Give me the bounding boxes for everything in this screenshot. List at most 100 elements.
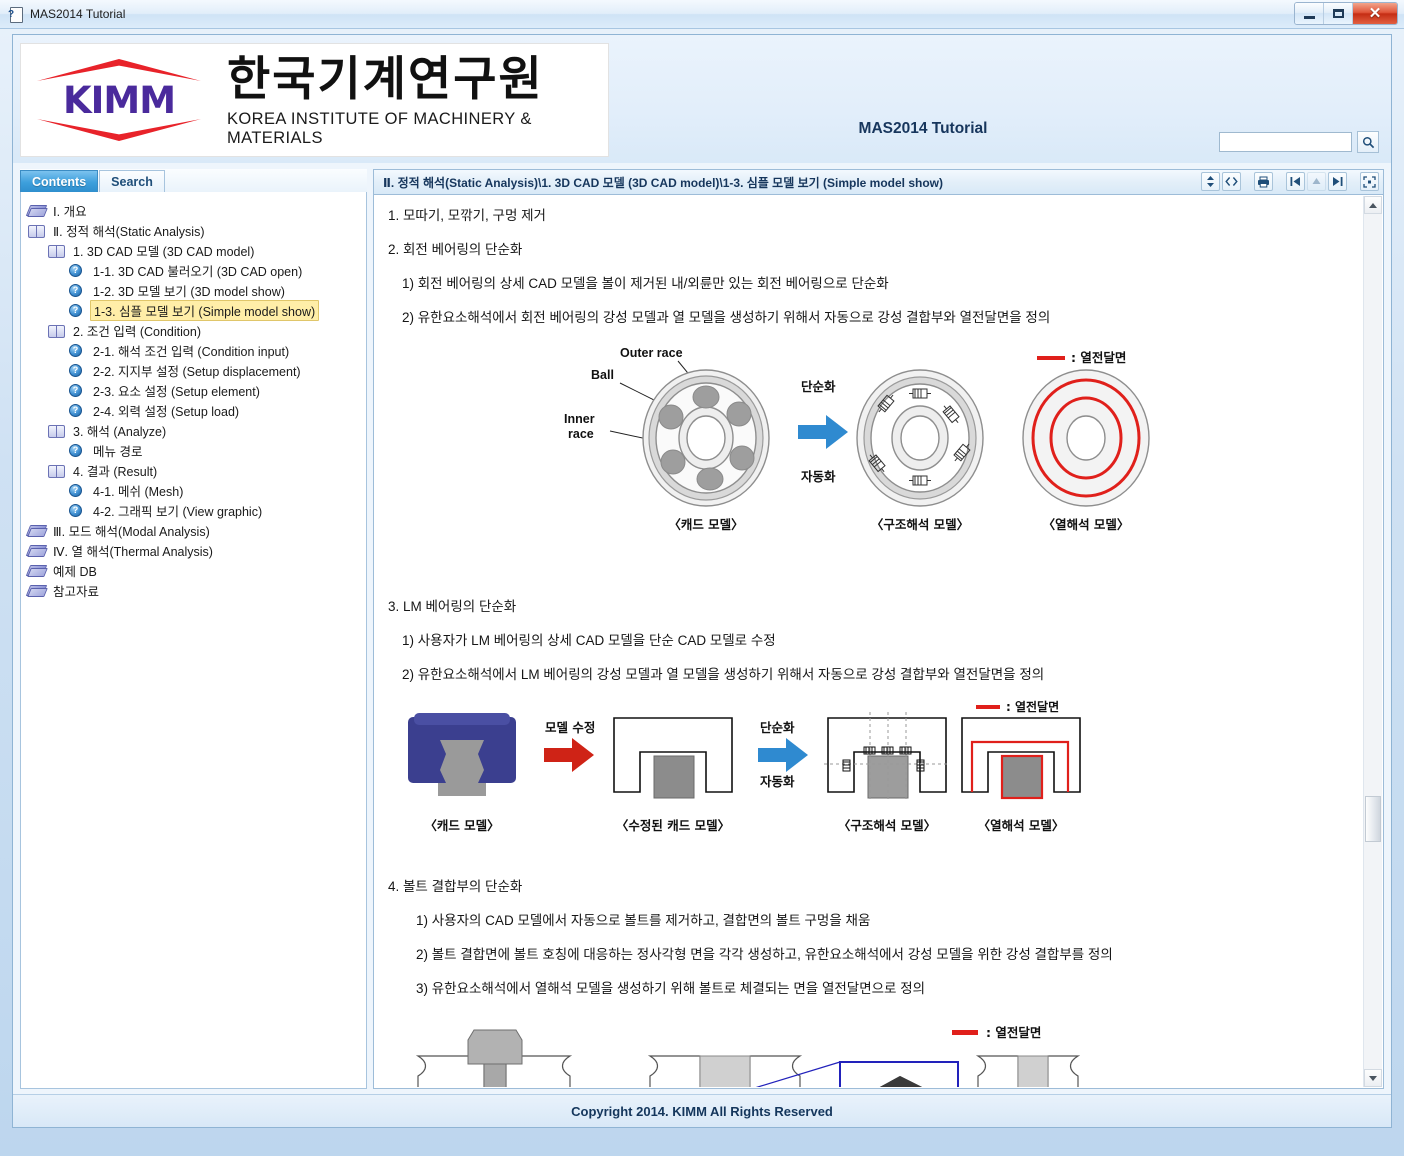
tree-item-label: Ⅲ. 모드 해석(Modal Analysis) [53,524,210,539]
tree-item[interactable]: 참고자료 [21,580,366,600]
tree-item[interactable]: 예제 DB [21,560,366,580]
open-book-icon [47,462,65,478]
code-brackets-icon[interactable] [1222,172,1241,191]
tree-item-label: 1-1. 3D CAD 불러오기 (3D CAD open) [93,264,303,279]
maximize-button[interactable] [1324,3,1353,24]
application-window: ? MAS2014 Tutorial ✕ KIMM 한국기계연구원 KOREA … [0,0,1404,1156]
print-icon[interactable] [1254,172,1273,191]
label-inner-race: Inner [564,412,595,426]
topic-icon: ? [67,342,85,358]
bolt-cad-model [415,1029,573,1087]
topic-icon: ? [67,502,85,518]
figure2-arrow-label-1: 모델 수정 [545,720,595,735]
tree-item[interactable]: ? 메뉴 경로 [21,440,366,460]
topic-paragraph: 2. 회전 베어링의 단순화 [388,242,523,257]
figure-lm-bearing: 모델 수정 단순화 자동화: 열전달면 〈캐드 모델〉 〈수정된 캐드 모델〉… [388,700,1351,840]
tree-item[interactable]: ? 1-1. 3D CAD 불러오기 (3D CAD open) [21,260,366,280]
legend-bar [1037,356,1065,360]
tree-item[interactable]: Ⅲ. 모드 해석(Modal Analysis) [21,520,366,540]
arrow-label-top: 단순화 [801,379,836,394]
topic-icon: ? [67,362,85,378]
open-book-icon [47,242,65,258]
red-arrow-icon [544,738,594,772]
figure2-arrow-label-top: 단순화 [760,720,795,735]
topic-paragraph: 2) 유한요소해석에서 회전 베어링의 강성 모델과 열 모델을 생성하기 위해… [402,310,1051,325]
tree-item[interactable]: ? 1-2. 3D 모델 보기 (3D model show) [21,280,366,300]
vertical-scrollbar[interactable] [1363,196,1382,1087]
toolbar-separator-2 [1275,172,1284,191]
open-book-icon [47,422,65,438]
tab-contents[interactable]: Contents [20,170,99,192]
book-icon [25,582,48,598]
previous-topic-icon[interactable] [1286,172,1305,191]
page-title: MAS2014 Tutorial [858,120,988,137]
kimm-korean-name: 한국기계연구원 [227,52,544,107]
topic-content: 1. 모따기, 모깎기, 구멍 제거 2. 회전 베어링의 단순화 1) 회전 베어… [373,195,1384,1089]
tree-item-label: Ⅳ. 열 해석(Thermal Analysis) [53,544,213,559]
topic-paragraph: 4. 볼트 결합부의 단순화 [388,879,523,894]
fullscreen-icon[interactable] [1360,172,1379,191]
up-topic-icon [1307,172,1326,191]
topic-toolbar [1201,172,1379,191]
title-bar: ? MAS2014 Tutorial ✕ [0,0,1404,29]
scroll-down-button[interactable] [1364,1069,1382,1087]
topic-icon: ? [67,382,85,398]
tree-item[interactable]: 2. 조건 입력 (Condition) [21,320,366,340]
navigation-pane: Contents Search Ⅰ. 개요 Ⅱ. 정적 해석(Static Ana… [20,169,367,1089]
tree-item[interactable]: Ⅳ. 열 해석(Thermal Analysis) [21,540,366,560]
scrollbar-thumb[interactable] [1365,796,1381,842]
next-topic-icon[interactable] [1328,172,1347,191]
figure-rotary-bearing: Outer race Ball Inner race 단순화 자동화: 열전달… [388,343,1351,538]
contents-tree[interactable]: Ⅰ. 개요 Ⅱ. 정적 해석(Static Analysis) 1. 3D CAD … [20,192,367,1089]
nav-tabs: Contents Search [20,169,367,193]
tree-item[interactable]: ? 2-1. 해석 조건 입력 (Condition input) [21,340,366,360]
minimize-icon [1303,15,1315,19]
tree-item-label: 3. 해석 (Analyze) [73,424,167,439]
search-input[interactable] [1219,132,1352,152]
window-controls: ✕ [1294,2,1398,25]
toolbar-separator-3 [1349,172,1358,191]
close-icon: ✕ [1368,4,1382,22]
kimm-logo: KIMM 한국기계연구원 KOREA INSTITUTE OF MACHINER… [20,43,609,157]
tree-item-label: 2. 조건 입력 (Condition) [73,324,201,339]
figure-bolt-joint: : 열전달면 [388,1014,1351,1087]
tree-item[interactable]: ? 2-3. 요소 설정 (Setup element) [21,380,366,400]
tree-item-label: 4-2. 그래픽 보기 (View graphic) [93,504,263,519]
tree-item-label: 2-2. 지지부 설정 (Setup displacement) [93,364,301,379]
tree-item-label: 참고자료 [53,584,100,599]
tree-item[interactable]: ? 1-3. 심플 모델 보기 (Simple model show) [21,299,366,321]
tab-search[interactable]: Search [99,170,165,192]
tree-item[interactable]: Ⅱ. 정적 해석(Static Analysis) [21,220,366,240]
topic-paragraph: 1. 모따기, 모깎기, 구멍 제거 [388,208,546,223]
tree-item-label: 2-1. 해석 조건 입력 (Condition input) [93,344,290,359]
figure2-caption-1: 〈캐드 모델〉 [424,818,499,833]
expand-collapse-icon[interactable] [1201,172,1220,191]
bearing-structural-model [856,369,984,507]
book-icon [25,542,48,558]
section-1-paragraphs: 1. 모따기, 모깎기, 구멍 제거 2. 회전 베어링의 단순화 1) 회전 베어… [388,207,1351,326]
tree-item[interactable]: 1. 3D CAD 모델 (3D CAD model) [21,240,366,260]
topic-paragraph: 1) 사용자의 CAD 모델에서 자동으로 볼트를 제거하고, 결합면의 볼트 … [416,913,871,928]
tree-item[interactable]: Ⅰ. 개요 [21,200,366,220]
tree-item[interactable]: ? 4-2. 그래픽 보기 (View graphic) [21,500,366,520]
tree-item[interactable]: ? 2-2. 지지부 설정 (Setup displacement) [21,360,366,380]
figure2-caption-3: 〈구조해석 모델〉 [838,818,936,833]
lm-structural-model [824,712,950,800]
book-icon [25,562,48,578]
tree-item[interactable]: ? 4-1. 메쉬 (Mesh) [21,480,366,500]
search-button[interactable] [1357,131,1379,153]
section-3-paragraphs: 4. 볼트 결합부의 단순화 1) 사용자의 CAD 모델에서 자동으로 볼트를 … [388,878,1351,997]
figure2-legend-label: : 열전달면 [1006,700,1059,714]
topic-paragraph: 1) 사용자가 LM 베어링의 상세 CAD 모델을 단순 CAD 모델로 수정 [402,633,776,648]
minimize-button[interactable] [1295,3,1324,24]
tree-item[interactable]: 4. 결과 (Result) [21,460,366,480]
figure2-caption-2: 〈수정된 캐드 모델〉 [616,818,730,833]
topic-icon: ? [67,402,85,418]
tree-item[interactable]: ? 2-4. 외력 설정 (Setup load) [21,400,366,420]
close-button[interactable]: ✕ [1353,3,1397,24]
figure2-caption-4: 〈열해석 모델〉 [978,818,1065,833]
header-search [1219,131,1379,153]
tree-item[interactable]: 3. 해석 (Analyze) [21,420,366,440]
scroll-up-button[interactable] [1364,196,1382,214]
open-book-icon [47,322,65,338]
